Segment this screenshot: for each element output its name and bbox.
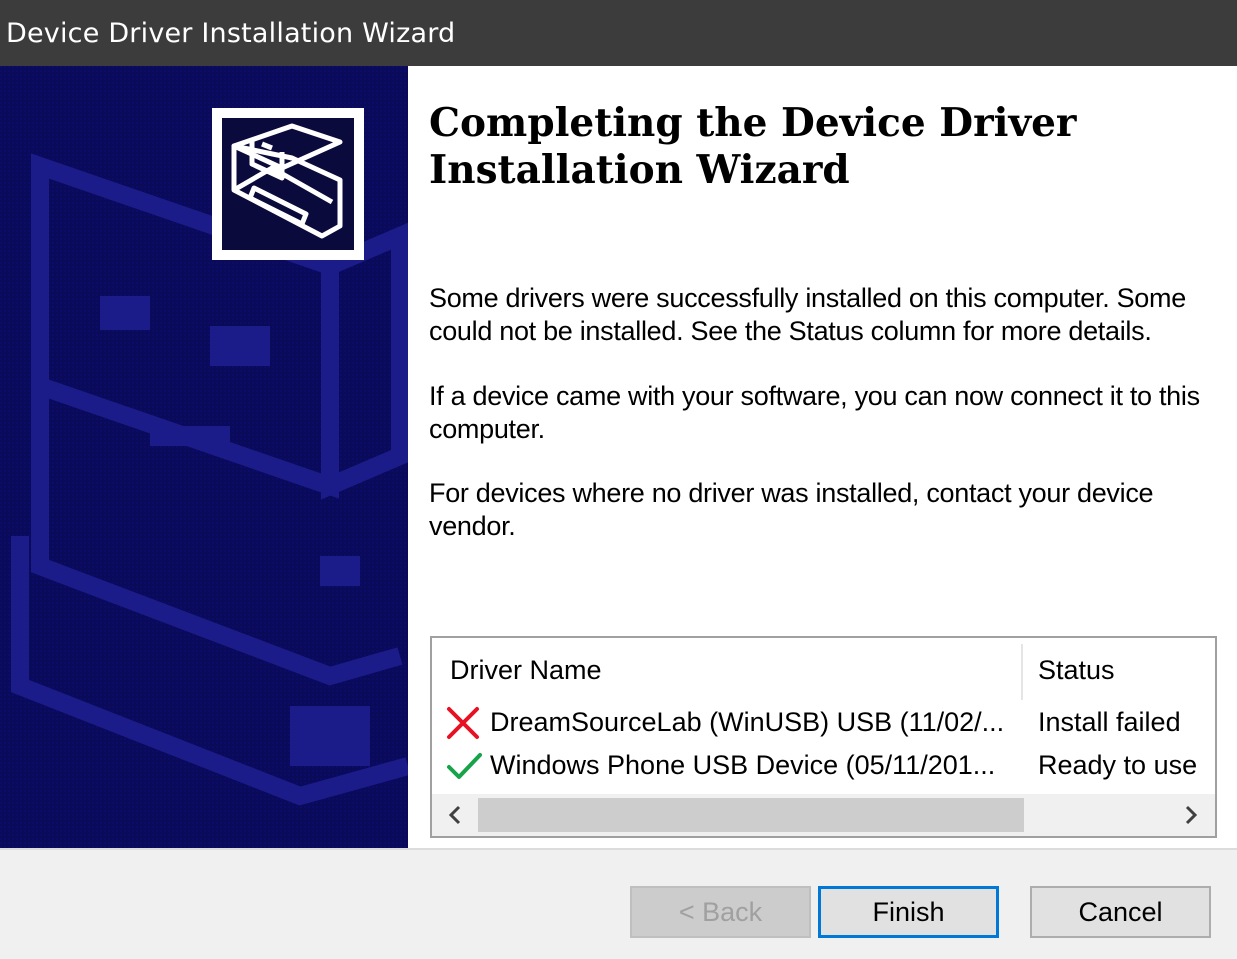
column-header-driver-name[interactable]: Driver Name: [450, 655, 602, 686]
scrollbar-thumb[interactable]: [478, 798, 1024, 832]
page-title: Completing the Device Driver Installatio…: [429, 100, 1077, 193]
driver-name: Windows Phone USB Device (05/11/201...: [490, 750, 996, 780]
window-title: Device Driver Installation Wizard: [6, 18, 456, 49]
driver-status: Ready to use: [1038, 750, 1198, 780]
green-check-icon: [446, 749, 482, 783]
connect-device-text: If a device came with your software, you…: [429, 381, 1200, 444]
contact-vendor-text: For devices where no driver was installe…: [429, 478, 1154, 541]
wizard-side-banner: [0, 66, 408, 848]
driver-status: Install failed: [1038, 707, 1181, 737]
scroll-right-arrow-icon[interactable]: [1176, 800, 1206, 830]
scroll-left-arrow-icon[interactable]: [440, 800, 470, 830]
column-header-status[interactable]: Status: [1038, 655, 1115, 686]
list-item[interactable]: DreamSourceLab (WinUSB) USB (11/02/... I…: [432, 702, 1215, 744]
red-x-icon: [446, 706, 482, 740]
horizontal-scrollbar[interactable]: [432, 794, 1215, 836]
driver-name: DreamSourceLab (WinUSB) USB (11/02/...: [490, 707, 1005, 737]
title-bar[interactable]: Device Driver Installation Wizard: [0, 0, 1237, 66]
finish-button[interactable]: Finish: [818, 886, 999, 938]
back-button[interactable]: < Back: [630, 886, 811, 938]
list-item[interactable]: Windows Phone USB Device (05/11/201... R…: [432, 745, 1215, 787]
summary-text: Some drivers were successfully installed…: [429, 283, 1186, 346]
cancel-button[interactable]: Cancel: [1030, 886, 1211, 938]
list-header: Driver Name Status: [432, 638, 1215, 704]
hardware-card-icon: [212, 108, 364, 260]
driver-status-list[interactable]: Driver Name Status DreamSourceLab (WinUS…: [430, 636, 1217, 838]
column-divider[interactable]: [1021, 644, 1023, 700]
